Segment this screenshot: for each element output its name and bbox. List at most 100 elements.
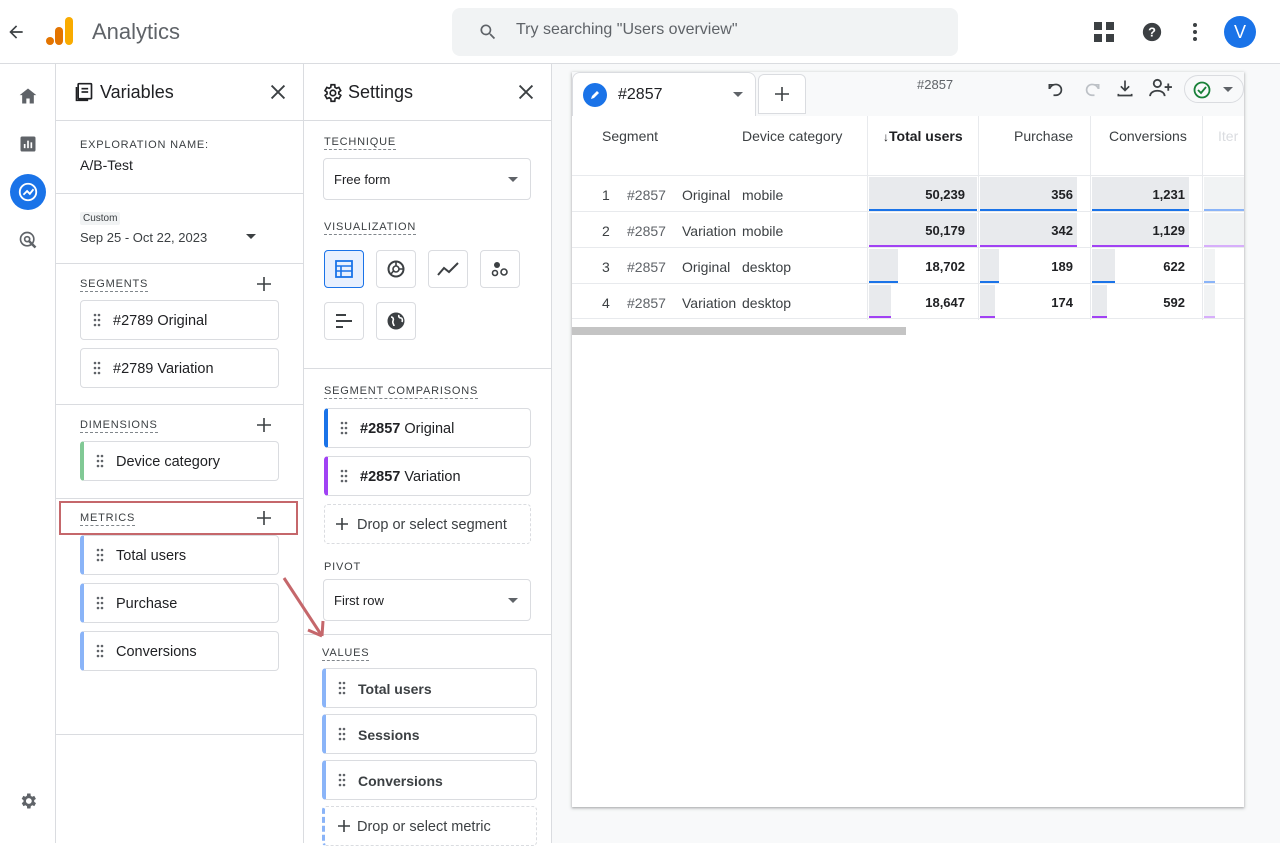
visualization-label: VISUALIZATION	[324, 221, 417, 235]
value-bar	[1092, 285, 1107, 319]
column-divider	[1090, 116, 1091, 320]
segment-label: #2789 Variation	[113, 361, 214, 377]
column-header-items[interactable]: Iter	[1218, 128, 1244, 144]
drag-handle-icon[interactable]	[96, 548, 104, 562]
drag-handle-icon[interactable]	[340, 421, 348, 435]
segment-comparisons-section: SEGMENT COMPARISONS #2857 Original #2857…	[304, 369, 551, 635]
date-badge: Custom	[80, 212, 121, 225]
search-bar[interactable]: Try searching "Users overview"	[452, 8, 958, 56]
column-header-conversions[interactable]: Conversions	[1109, 128, 1187, 144]
column-header-total-users[interactable]: ↓Total users	[883, 128, 963, 144]
drag-handle-icon[interactable]	[340, 469, 348, 483]
share-user-icon[interactable]	[1149, 78, 1173, 98]
value-chip[interactable]: Total users	[322, 668, 537, 708]
value-bar	[1204, 285, 1215, 319]
close-icon[interactable]	[515, 81, 537, 103]
device-category: mobile	[742, 187, 784, 203]
help-icon[interactable]: ?	[1141, 21, 1163, 43]
metrics-section: METRICS Total users Purchase Conversions	[56, 499, 303, 735]
dimensions-label: DIMENSIONS	[80, 419, 158, 433]
segment-label: #2789 Original	[113, 313, 208, 329]
dimension-chip[interactable]: Device category	[80, 441, 279, 481]
search-icon	[478, 22, 498, 42]
explore-icon[interactable]	[10, 174, 46, 210]
metric-chip[interactable]: Conversions	[80, 631, 279, 671]
admin-gear-icon[interactable]	[10, 783, 46, 819]
date-dropdown-icon[interactable]	[246, 234, 256, 239]
value-bar	[869, 249, 898, 283]
horizontal-scrollbar[interactable]	[572, 327, 906, 335]
donut-chart-icon[interactable]	[376, 250, 416, 288]
dimension-label: Device category	[116, 454, 220, 470]
more-vert-icon[interactable]	[1192, 22, 1198, 42]
variables-panel: Variables EXPLORATION NAME: A/B-Test Cus…	[56, 64, 304, 843]
check-circle-icon	[1193, 81, 1211, 99]
add-metric-icon[interactable]	[255, 509, 273, 527]
bar-chart-icon[interactable]	[324, 302, 364, 340]
date-range-section[interactable]: Custom Sep 25 - Oct 22, 2023	[56, 194, 303, 264]
drag-handle-icon[interactable]	[96, 644, 104, 658]
drag-handle-icon[interactable]	[93, 313, 101, 327]
close-icon[interactable]	[267, 81, 289, 103]
add-segment-icon[interactable]	[255, 275, 273, 293]
metric-label: Total users	[116, 548, 187, 564]
row-number: 2	[602, 223, 610, 239]
home-icon[interactable]	[10, 78, 46, 114]
apps-grid-icon[interactable]	[1094, 22, 1114, 42]
pivot-select[interactable]: First row	[323, 579, 531, 621]
device-category: desktop	[742, 259, 792, 275]
redo-icon[interactable]	[1082, 79, 1102, 99]
drag-handle-icon[interactable]	[338, 681, 346, 695]
undo-icon[interactable]	[1046, 79, 1066, 99]
metric-chip[interactable]: Total users	[80, 535, 279, 575]
total-users-value: 50,179	[925, 223, 965, 238]
drag-handle-icon[interactable]	[338, 727, 346, 741]
add-dimension-icon[interactable]	[255, 416, 273, 434]
add-tab-button[interactable]	[758, 74, 806, 114]
scatter-chart-icon[interactable]	[480, 250, 520, 288]
technique-select[interactable]: Free form	[323, 158, 531, 200]
drag-handle-icon[interactable]	[96, 596, 104, 610]
header-divider	[572, 175, 1244, 176]
column-header-purchase[interactable]: Purchase	[1014, 128, 1073, 144]
drop-segment-target[interactable]: Drop or select segment	[324, 504, 531, 544]
segment-comparison-chip[interactable]: #2857 Variation	[324, 456, 531, 496]
settings-header: Settings	[304, 64, 551, 121]
metric-chip[interactable]: Purchase	[80, 583, 279, 623]
value-label: Total users	[358, 681, 432, 697]
value-chip[interactable]: Conversions	[322, 760, 537, 800]
edit-pencil-icon[interactable]	[583, 83, 607, 107]
line-chart-icon[interactable]	[428, 250, 468, 288]
purchase-value: 189	[1051, 259, 1073, 274]
table-viz-icon[interactable]	[324, 250, 364, 288]
settings-gear-icon	[321, 82, 343, 104]
pivot-value: First row	[334, 593, 384, 608]
purchase-value: 356	[1051, 187, 1073, 202]
drag-handle-icon[interactable]	[338, 773, 346, 787]
avatar[interactable]: V	[1224, 16, 1256, 48]
segment-comparison-chip[interactable]: #2857 Original	[324, 408, 531, 448]
left-nav-rail	[0, 64, 56, 843]
download-icon[interactable]	[1115, 78, 1135, 98]
value-bar	[1204, 213, 1244, 247]
tab-active[interactable]: #2857	[572, 72, 756, 116]
back-arrow-icon[interactable]	[6, 22, 26, 42]
drag-handle-icon[interactable]	[93, 361, 101, 375]
column-header-device[interactable]: Device category	[742, 128, 842, 144]
globe-icon[interactable]	[376, 302, 416, 340]
status-check-button[interactable]	[1184, 75, 1244, 103]
drop-metric-target[interactable]: Drop or select metric	[322, 806, 537, 846]
conversions-value: 592	[1163, 295, 1185, 310]
app-title: Analytics	[92, 19, 181, 44]
advertising-icon[interactable]	[10, 222, 46, 258]
exploration-name[interactable]: A/B-Test	[80, 157, 133, 173]
technique-section: TECHNIQUE Free form VISUALIZATION	[304, 121, 551, 369]
segment-chip[interactable]: #2789 Variation	[80, 348, 279, 388]
reports-icon[interactable]	[10, 126, 46, 162]
variables-header: Variables	[56, 64, 303, 121]
value-chip[interactable]: Sessions	[322, 714, 537, 754]
chevron-down-icon[interactable]	[733, 92, 743, 97]
drag-handle-icon[interactable]	[96, 454, 104, 468]
column-header-segment[interactable]: Segment	[602, 128, 658, 144]
segment-chip[interactable]: #2789 Original	[80, 300, 279, 340]
